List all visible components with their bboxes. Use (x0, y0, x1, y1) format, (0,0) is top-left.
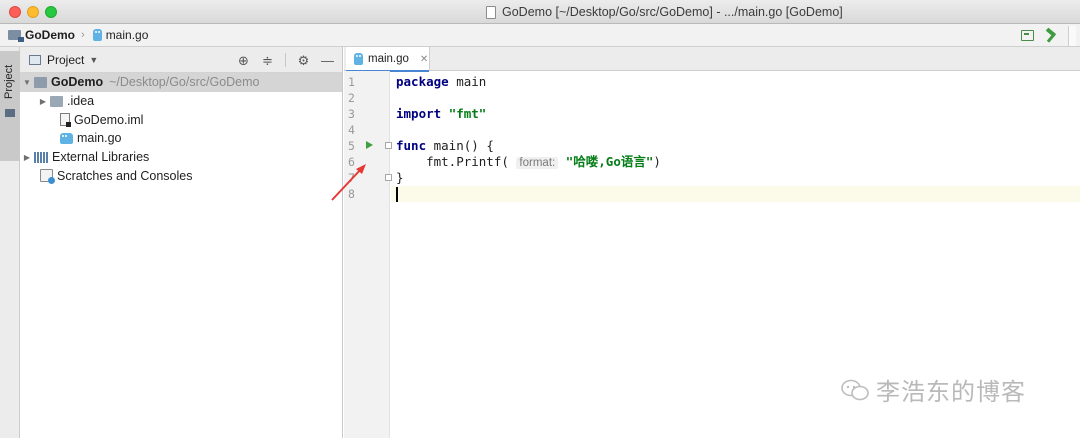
zoom-window-button[interactable] (45, 6, 57, 18)
go-file-icon (92, 29, 102, 41)
text-caret (396, 187, 398, 202)
string-literal: "哈喽,Go语言" (565, 154, 654, 169)
tree-item-godemo-iml[interactable]: GoDemo.iml (20, 110, 342, 129)
project-view-icon (29, 54, 41, 65)
project-tool-tab-label: Project (3, 64, 15, 99)
tree-item-label: GoDemo (51, 75, 104, 90)
folder-icon (50, 95, 63, 107)
keyword: import (396, 106, 442, 121)
go-file-icon (60, 132, 73, 144)
breadcrumb-file-label: main.go (105, 28, 149, 42)
tree-item-label: .idea (67, 94, 95, 109)
tree-item-scratches[interactable]: Scratches and Consoles (20, 166, 342, 185)
parameter-hint: format: (516, 157, 559, 169)
annotation-arrow (331, 164, 366, 201)
code-line-1: package main (391, 74, 1080, 90)
code-line-6: fmt.Printf( format: "哈喽,Go语言") (391, 154, 1080, 170)
wechat-icon (841, 379, 869, 400)
code-text: ) (653, 154, 661, 169)
locate-file-icon[interactable]: ⊕ (237, 54, 250, 67)
tab-label: main.go (368, 53, 409, 65)
project-panel: Project ▼ ⊕ ≑ ⚙ — ▼ GoDemo ~/Desktop/Go/… (20, 47, 343, 438)
code-text: } (396, 170, 404, 185)
project-tree: ▼ GoDemo ~/Desktop/Go/src/GoDemo ▶ .idea… (20, 73, 342, 185)
project-folder-icon (8, 30, 24, 42)
run-config-selector[interactable] (1068, 25, 1076, 46)
iml-file-icon (60, 113, 71, 128)
code-line-8-current (391, 186, 1080, 202)
tree-item-path: ~/Desktop/Go/src/GoDemo (109, 75, 260, 90)
hide-panel-icon[interactable]: — (321, 54, 334, 67)
watermark: 李浩东的博客 (840, 372, 1026, 407)
tree-item-godemo[interactable]: ▼ GoDemo ~/Desktop/Go/src/GoDemo (20, 73, 342, 92)
keyword: func (396, 138, 427, 153)
tab-main-go[interactable]: main.go ✕ (346, 47, 430, 72)
editor-tab-bar: main.go ✕ (344, 47, 1080, 72)
line-number: 1 (348, 75, 355, 89)
collapse-all-icon[interactable]: ≑ (261, 54, 274, 67)
project-view-selector[interactable]: Project (47, 53, 84, 67)
string-literal: "fmt" (448, 106, 487, 121)
tree-item-main-go[interactable]: main.go (20, 129, 342, 148)
project-tool-tab[interactable]: Project (0, 51, 20, 161)
go-file-icon (354, 53, 363, 65)
close-icon[interactable]: ✕ (420, 54, 428, 65)
build-hammer-icon[interactable] (1044, 29, 1058, 43)
gear-icon[interactable]: ⚙ (297, 54, 310, 67)
window-title-text: GoDemo [~/Desktop/Go/src/GoDemo] - .../m… (502, 5, 843, 19)
window-title: GoDemo [~/Desktop/Go/src/GoDemo] - .../m… (486, 4, 926, 20)
line-number: 5 (348, 139, 355, 153)
folder-icon (5, 109, 15, 117)
code-text: main (448, 74, 487, 89)
collapsed-arrow-icon[interactable]: ▶ (38, 97, 48, 106)
chevron-down-icon[interactable]: ▼ (89, 55, 98, 65)
annotation-arrow-shaft (331, 167, 363, 201)
tree-item-label: External Libraries (52, 150, 150, 165)
tree-item-label: Scratches and Consoles (57, 168, 193, 183)
close-window-button[interactable] (9, 6, 21, 18)
project-panel-tools: ⊕ ≑ ⚙ — (237, 47, 334, 73)
code-text: fmt.Printf( (396, 154, 509, 169)
code-line-7: } (391, 170, 1080, 186)
file-icon (486, 5, 496, 19)
breadcrumb-separator-icon: › (81, 29, 85, 41)
scratches-icon (40, 169, 55, 185)
line-number: 4 (348, 123, 355, 137)
navbar-toolbar (1021, 24, 1080, 47)
tree-item-external-libraries[interactable]: ▶ External Libraries (20, 148, 342, 167)
code-text: main() { (426, 138, 494, 153)
line-number: 3 (348, 107, 355, 121)
breadcrumb-project[interactable]: GoDemo (8, 28, 75, 42)
code-line-5: func main() { (391, 138, 1080, 154)
project-panel-header: Project ▼ ⊕ ≑ ⚙ — (20, 47, 342, 73)
tree-item-idea[interactable]: ▶ .idea (20, 92, 342, 111)
breadcrumb-project-label: GoDemo (25, 28, 76, 42)
breadcrumb-file[interactable]: main.go (92, 28, 149, 42)
tree-item-label: main.go (77, 131, 122, 146)
module-folder-icon (34, 76, 47, 88)
run-gutter-icon[interactable] (366, 141, 373, 149)
terminal-icon[interactable] (1021, 30, 1034, 41)
tool-window-strip: Project (0, 47, 20, 438)
expanded-arrow-icon[interactable]: ▼ (22, 78, 32, 87)
watermark-text: 李浩东的博客 (876, 378, 1026, 406)
minimize-window-button[interactable] (27, 6, 39, 18)
code-line-3: import "fmt" (391, 106, 1080, 122)
line-number: 2 (348, 91, 355, 105)
window-title-bar: GoDemo [~/Desktop/Go/src/GoDemo] - .../m… (0, 0, 1080, 24)
navigation-bar: GoDemo › main.go (0, 24, 1080, 47)
editor-gutter[interactable]: 1 2 3 4 5 6 7 8 (344, 71, 392, 438)
collapsed-arrow-icon[interactable]: ▶ (22, 153, 32, 162)
keyword: package (396, 74, 449, 89)
tree-item-label: GoDemo.iml (74, 112, 144, 127)
toolbar-divider (285, 53, 286, 67)
library-icon (34, 151, 48, 163)
